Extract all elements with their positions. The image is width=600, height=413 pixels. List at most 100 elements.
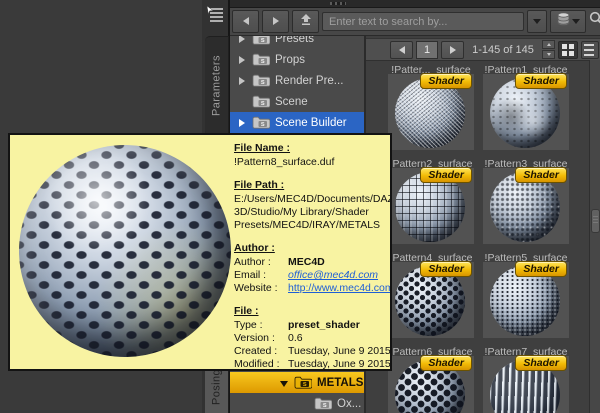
version-line: Version :0.6 xyxy=(234,332,303,344)
file-path-heading: File Path : xyxy=(234,179,285,191)
shader-badge: Shader xyxy=(515,167,567,183)
tab-parameters[interactable]: Parameters xyxy=(205,36,229,136)
website-line: Website : http://www.mec4d.com xyxy=(234,282,392,294)
arrow-left-icon xyxy=(398,45,405,54)
svg-text:S: S xyxy=(261,80,265,86)
panel-top-strip xyxy=(230,0,600,8)
website-link[interactable]: http://www.mec4d.com xyxy=(288,282,390,294)
database-view-button[interactable] xyxy=(550,10,586,33)
file-name-heading: File Name : xyxy=(234,142,291,154)
tree-item-label: Render Pre... xyxy=(275,74,344,87)
vertical-scrollbar[interactable] xyxy=(589,60,600,413)
shader-thumbnail[interactable]: Shader xyxy=(483,73,569,150)
shader-thumbnail[interactable]: Shader xyxy=(388,167,474,244)
shader-thumbnail[interactable]: Shader xyxy=(388,261,474,338)
shader-thumbnail[interactable]: Shader xyxy=(388,73,474,150)
folder-icon: S xyxy=(294,376,312,389)
search-options-dropdown[interactable] xyxy=(527,10,547,33)
tree-item-props[interactable]: S Props xyxy=(230,49,364,70)
created-line: Created :Tuesday, June 9 2015 6:30 pm xyxy=(234,345,391,357)
type-line: Type : preset_shader xyxy=(234,319,360,331)
expand-arrow-icon[interactable] xyxy=(300,399,309,409)
shader-thumbnail[interactable]: Shader xyxy=(483,261,569,338)
forward-button[interactable] xyxy=(262,10,289,33)
file-path-line: Presets/MEC4D/IRAY/METALS xyxy=(234,219,381,231)
panel-menu-icon[interactable] xyxy=(205,5,225,25)
svg-text:S: S xyxy=(323,403,327,409)
thumbnail-row: Shader Shader xyxy=(388,355,590,413)
thumbnail-row: Shader Shader xyxy=(388,73,590,150)
database-icon xyxy=(557,12,570,31)
folder-icon: S xyxy=(252,74,270,87)
up-directory-button[interactable] xyxy=(292,10,319,33)
shader-badge: Shader xyxy=(420,261,472,277)
svg-text:S: S xyxy=(261,38,265,44)
tree-item-metals[interactable]: S METALS xyxy=(230,372,364,393)
shader-grid: !Patter..._surface !Pattern1_surface Shad… xyxy=(366,60,590,413)
item-range-label: 1-145 of 145 xyxy=(472,43,534,56)
expand-arrow-icon[interactable] xyxy=(238,118,247,128)
modified-line: Modified :Tuesday, June 9 2015 6:30 pm xyxy=(234,358,391,370)
tree-item-ox[interactable]: S Ox... xyxy=(230,393,364,413)
tree-item-label: METALS xyxy=(317,376,364,389)
arrow-right-icon xyxy=(271,13,281,31)
email-line: Email : office@mec4d.com xyxy=(234,269,379,281)
thumbnail-label-row: !Patter..._surface !Pattern1_surface xyxy=(388,60,590,76)
folder-icon: S xyxy=(252,36,270,45)
file-heading: File : xyxy=(234,305,259,317)
tree-item-label: Scene xyxy=(275,95,308,108)
tree-item-presets[interactable]: S Presets xyxy=(230,36,364,49)
svg-text:S: S xyxy=(303,382,307,388)
file-path-line: 3D/Studio/My Library/Shader xyxy=(234,206,369,218)
page-number-box[interactable]: 1 xyxy=(416,40,438,59)
folder-icon: S xyxy=(252,53,270,66)
thumbnail-row: Shader Shader xyxy=(388,261,590,338)
tree-item-label: Presets xyxy=(275,36,314,45)
thumbnail-label-row: !Pattern2_surface !Pattern3_surface xyxy=(388,154,590,170)
thumbnail-row: Shader Shader xyxy=(388,167,590,244)
email-link[interactable]: office@mec4d.com xyxy=(288,269,378,281)
arrow-up-icon xyxy=(300,13,312,31)
spinner-down-button[interactable] xyxy=(542,50,555,59)
expand-arrow-icon[interactable] xyxy=(238,97,247,107)
tree-item-label: Scene Builder xyxy=(275,116,347,129)
tree-item-scene-builder[interactable]: S Scene Builder xyxy=(230,112,364,133)
svg-text:S: S xyxy=(261,122,265,128)
list-view-button[interactable] xyxy=(581,40,599,59)
spinner-up-button[interactable] xyxy=(542,40,555,49)
tree-item-label: Props xyxy=(275,53,306,66)
folder-icon: S xyxy=(314,397,332,410)
scrollbar-thumb[interactable] xyxy=(591,209,600,233)
shader-thumbnail[interactable]: Shader xyxy=(483,167,569,244)
shader-thumbnail[interactable]: Shader xyxy=(388,355,474,413)
back-button[interactable] xyxy=(232,10,259,33)
thumbnail-pane: 1 1-145 of 145 !Patter..._surface !Patter… xyxy=(366,36,600,413)
shader-thumbnail[interactable]: Shader xyxy=(483,355,569,413)
preview-sphere-image xyxy=(19,145,231,357)
splitter-grip[interactable] xyxy=(330,2,346,5)
arrow-left-icon xyxy=(241,13,251,31)
grid-view-button[interactable] xyxy=(558,40,578,59)
tree-item-scene[interactable]: S Scene xyxy=(230,91,364,112)
svg-text:S: S xyxy=(261,101,265,107)
chevron-down-icon xyxy=(533,19,541,24)
svg-text:S: S xyxy=(261,59,265,65)
magnifier-icon[interactable] xyxy=(589,11,600,32)
shader-badge: Shader xyxy=(515,73,567,89)
expand-arrow-icon[interactable] xyxy=(280,378,289,388)
prev-page-button[interactable] xyxy=(390,40,413,59)
shader-badge: Shader xyxy=(420,73,472,89)
author-heading: Author : xyxy=(234,242,275,254)
expand-arrow-icon[interactable] xyxy=(238,76,247,86)
author-line: Author : MEC4D xyxy=(234,256,325,268)
file-name-value: !Pattern8_surface.duf xyxy=(234,156,335,168)
search-input[interactable] xyxy=(322,12,524,31)
shader-badge: Shader xyxy=(515,355,567,371)
expand-arrow-icon[interactable] xyxy=(238,36,247,44)
expand-arrow-icon[interactable] xyxy=(238,55,247,65)
pagination-bar: 1 1-145 of 145 xyxy=(366,38,600,61)
next-page-button[interactable] xyxy=(441,40,464,59)
shader-badge: Shader xyxy=(515,261,567,277)
folder-icon: S xyxy=(252,95,270,108)
tree-item-render-presets[interactable]: S Render Pre... xyxy=(230,70,364,91)
